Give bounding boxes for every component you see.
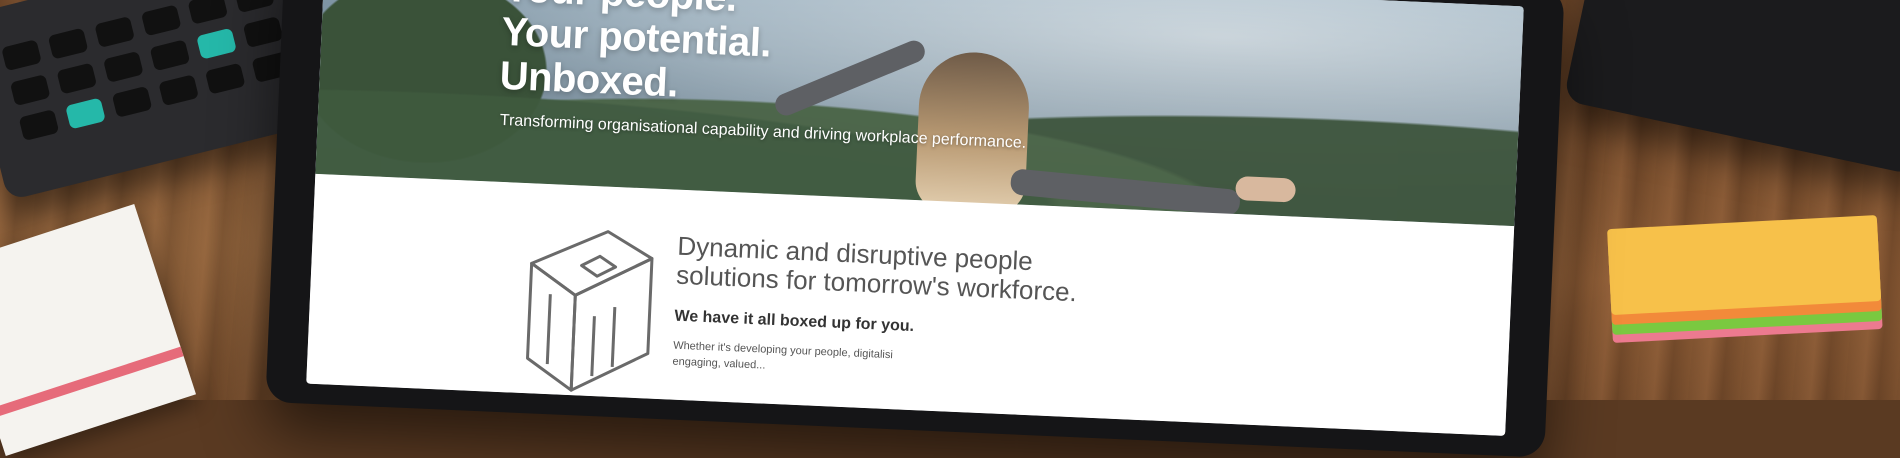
laptop-screen: Your people. Your potential. Unboxed. Tr…: [306, 0, 1524, 436]
hero-headline: Your people. Your potential. Unboxed.: [499, 0, 774, 110]
section-body-text: Whether it's developing your people, dig…: [672, 338, 893, 380]
section-heading: Dynamic and disruptive people solutions …: [676, 231, 1079, 307]
box-logo-icon: [526, 230, 654, 392]
section-subheading: We have it all boxed up for you.: [674, 307, 915, 336]
sticky-notes-stack: [1607, 215, 1883, 349]
laptop: Your people. Your potential. Unboxed. Tr…: [265, 0, 1565, 458]
